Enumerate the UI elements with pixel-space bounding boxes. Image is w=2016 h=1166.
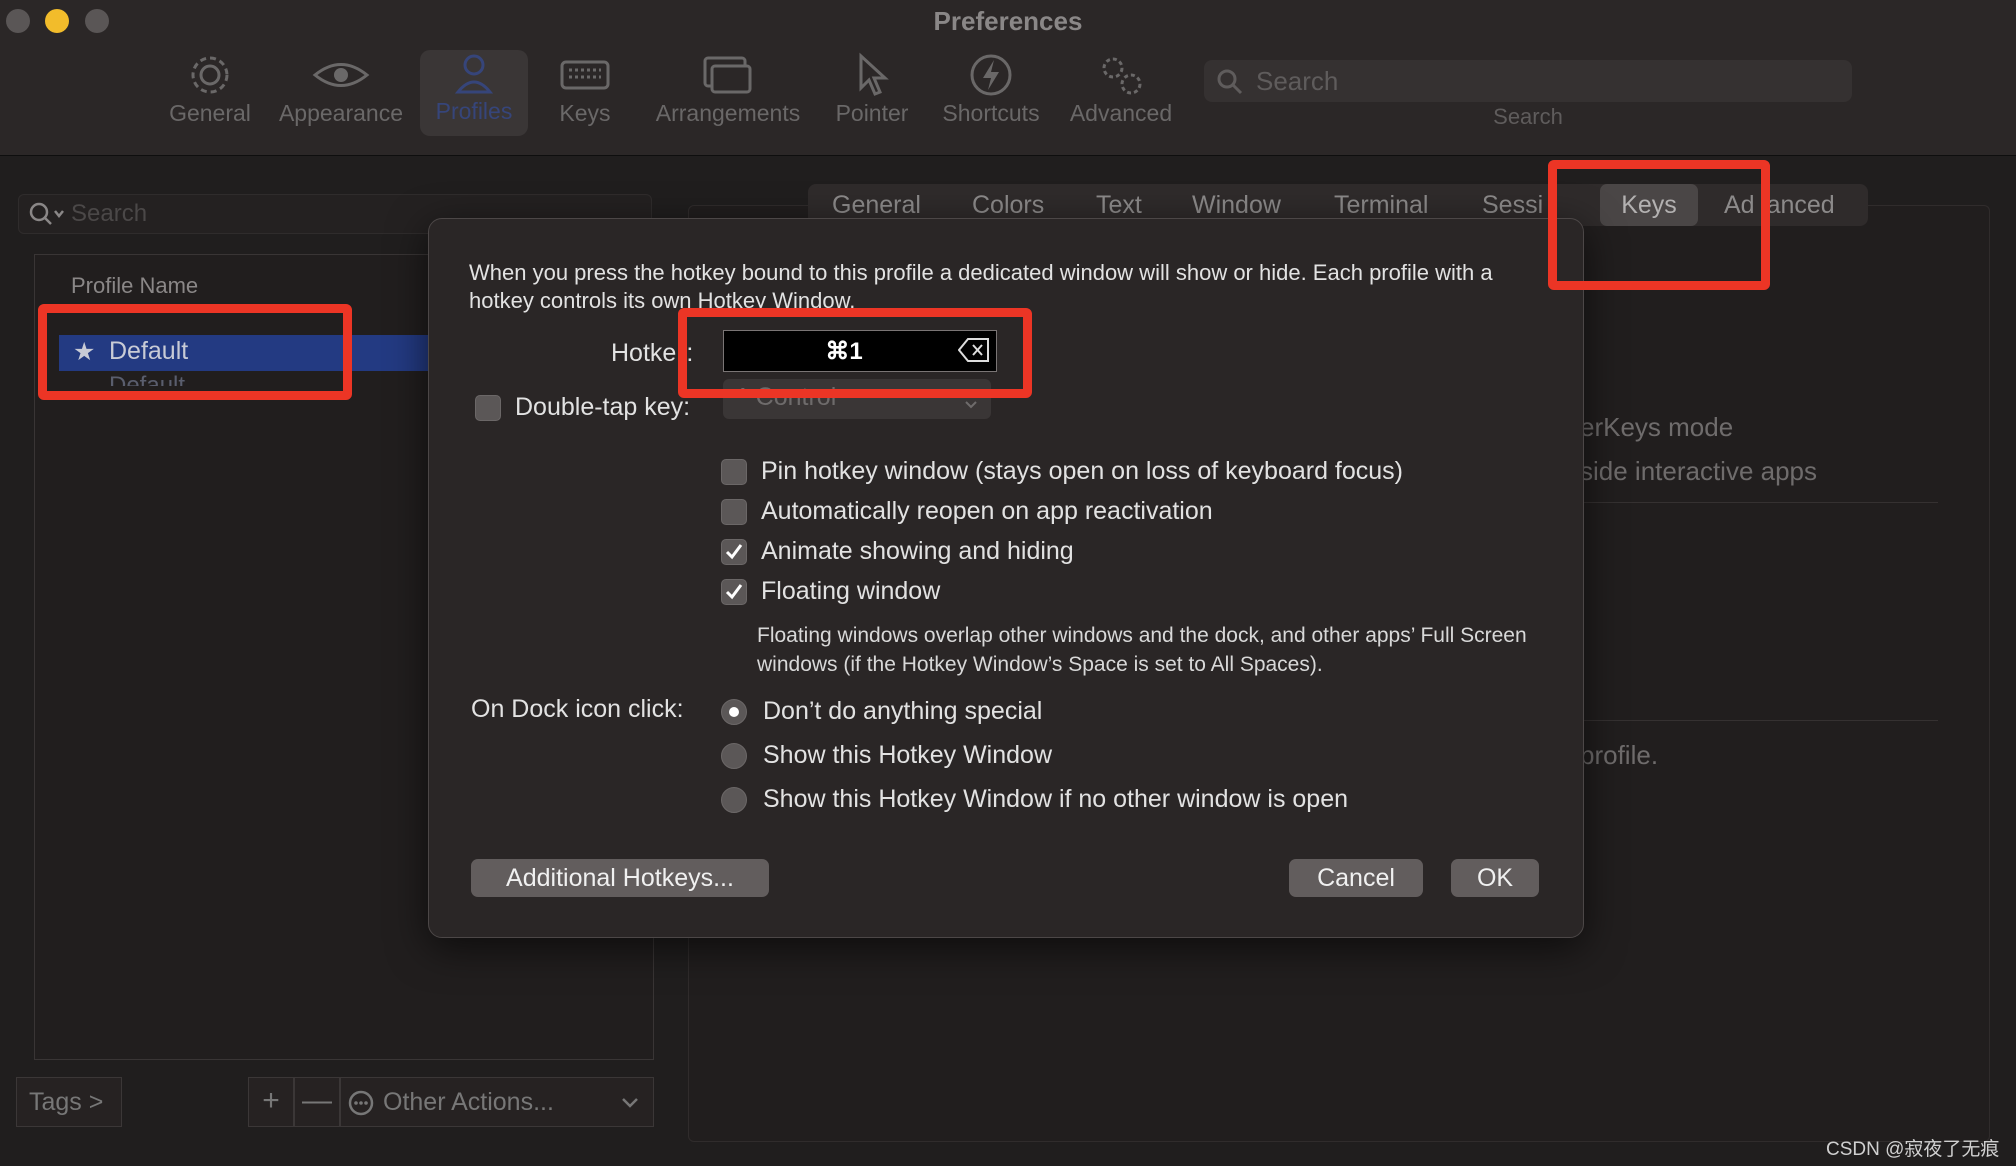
toolbar-shortcuts[interactable]: Shortcuts [936,52,1046,132]
windows-icon [703,56,752,94]
cancel-button[interactable]: Cancel [1289,859,1423,897]
dock-option-show-label: Show this Hotkey Window [763,741,1053,769]
chevron-down-icon [622,1098,638,1108]
dock-option-show-if-none-radio[interactable] [721,787,747,813]
auto-reopen-label: Automatically reopen on app reactivation [761,497,1213,525]
remove-profile-button[interactable]: — [294,1077,340,1127]
ok-button[interactable]: OK [1451,859,1539,897]
search-filter-icon [29,202,64,225]
search-icon [1217,69,1243,95]
background-text-line-3: profile. [1580,740,1659,770]
dock-option-show-radio[interactable] [721,743,747,769]
pin-hotkey-checkbox[interactable] [721,459,747,485]
hotkey-label-text: Hotke [611,339,677,367]
dock-option-show-if-none-label: Show this Hotkey Window if no other wind… [763,785,1349,813]
toolbar: Preferences General Appearance Profiles … [0,0,2016,156]
add-profile-button[interactable]: + [248,1077,294,1127]
profile-name-column-header[interactable]: Profile Name [71,273,198,299]
toolbar-arrangements[interactable]: Arrangements [652,52,804,132]
profile-search-placeholder: Search [71,200,148,227]
dock-option-nothing-radio[interactable] [721,699,747,725]
double-tap-checkbox[interactable] [475,395,501,421]
toolbar-advanced-label: Advanced [1069,100,1173,126]
animate-checkbox[interactable] [721,539,747,565]
toolbar-shortcuts-label: Shortcuts [942,100,1040,126]
dock-click-label: On Dock icon click: [471,695,684,723]
auto-reopen-checkbox[interactable] [721,499,747,525]
checkmark-icon [725,544,743,560]
background-text-line-1: erKeys mode [1580,412,1734,442]
tab-advanced-part-b: anced [1766,191,1835,219]
annotation-highlight-profile [38,304,352,400]
toolbar-advanced[interactable]: Advanced [1066,52,1176,132]
window-title: Preferences [933,6,1083,36]
toolbar-general-label: General [169,100,251,126]
background-text-line-2: side interactive apps [1580,456,1818,486]
tags-button[interactable]: Tags > [16,1077,122,1127]
toolbar-profiles-label: Profiles [435,98,513,124]
toolbar-general[interactable]: General [160,52,260,132]
watermark: CSDN @寂夜了无痕 [1826,1139,2000,1160]
toolbar-pointer[interactable]: Pointer [830,52,914,132]
floating-window-note: Floating windows overlap other windows a… [757,624,1527,676]
annotation-highlight-keys-tab [1548,160,1770,290]
gear-icon [191,56,229,94]
gears-icon [1102,57,1142,95]
toolbar-arrangements-label: Arrangements [655,100,801,126]
double-tap-label: Double-tap key: [515,393,691,421]
pointer-icon [859,52,889,96]
divider [1580,720,1938,721]
other-actions-button[interactable]: Other Actions... [340,1077,654,1127]
floating-window-label: Floating window [761,577,941,605]
eye-icon [312,63,370,87]
keyboard-icon [560,60,610,90]
floating-window-checkbox[interactable] [721,579,747,605]
animate-label: Animate showing and hiding [761,537,1074,565]
toolbar-appearance[interactable]: Appearance [276,52,406,132]
toolbar-appearance-label: Appearance [278,100,404,126]
other-actions-label: Other Actions... [383,1088,554,1116]
pin-hotkey-label: Pin hotkey window (stays open on loss of… [761,457,1404,485]
toolbar-search-label: Search [1493,104,1563,129]
toolbar-search-field[interactable]: Search [1204,60,1852,102]
toolbar-profiles[interactable]: Profiles [420,50,528,136]
ellipsis-circle-icon [348,1090,374,1116]
dialog-description: When you press the hotkey bound to this … [469,260,1493,313]
bolt-icon [970,54,1012,96]
dock-option-nothing-label: Don’t do anything special [763,697,1043,725]
divider [1580,502,1938,503]
person-icon [454,54,494,94]
checkmark-icon [725,584,743,600]
annotation-highlight-hotkey [678,308,1032,398]
toolbar-search-placeholder: Search [1256,66,1339,96]
additional-hotkeys-button[interactable]: Additional Hotkeys... [471,859,769,897]
toolbar-pointer-label: Pointer [835,100,909,126]
toolbar-keys[interactable]: Keys [545,52,625,132]
toolbar-keys-label: Keys [559,100,611,126]
